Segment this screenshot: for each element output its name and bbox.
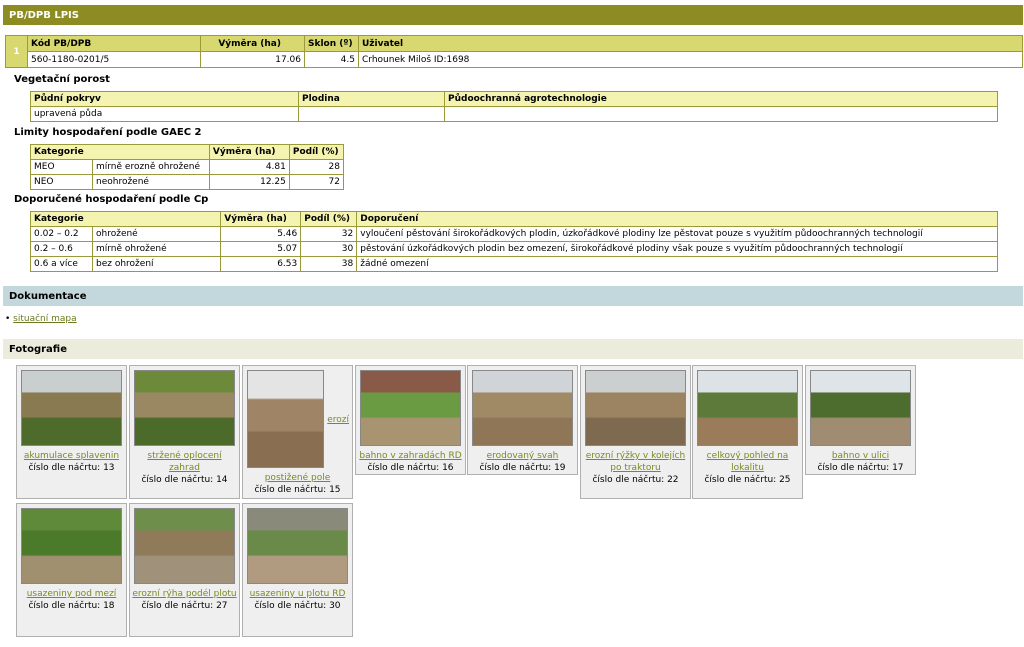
table-row: 0.02 – 0.2 ohrožené 5.46 32 vyloučení pě… [30, 226, 998, 242]
col-sklon: Sklon (º) [304, 35, 359, 52]
photo-caption-link[interactable]: celkový pohled na lokalitu [693, 450, 802, 474]
col-podil: Podíl (%) [300, 211, 358, 227]
photo-number: číslo dle náčrtu: 22 [592, 475, 679, 485]
gaec-heading: Limity hospodaření podle GAEC 2 [14, 127, 202, 138]
photo-image[interactable] [21, 508, 122, 584]
vegetation-table: Půdní pokryv Plodina Půdoochranná agrote… [30, 91, 998, 122]
col-pokryv: Půdní pokryv [30, 91, 299, 107]
photos-heading: Fotografie [9, 344, 67, 355]
col-kategorie: Kategorie [29, 211, 222, 227]
col-plodina: Plodina [298, 91, 445, 107]
col-kod: Kód PB/DPB [27, 35, 201, 52]
photo-side-label[interactable]: erozí [327, 414, 349, 426]
photo-caption-link[interactable]: erozní rýha podél plotu [130, 588, 239, 600]
section-title: PB/DPB LPIS [9, 10, 79, 21]
col-doporuceni: Doporučení [356, 211, 998, 227]
photo-thumbnail[interactable]: erozní rýžky v kolejích po traktoru číslo… [580, 365, 691, 499]
photo-image[interactable] [697, 370, 798, 446]
photo-thumbnail[interactable]: stržené oplocení zahrad číslo dle náčrtu:… [129, 365, 240, 499]
photo-number: číslo dle náčrtu: 27 [141, 601, 228, 611]
cell-sklon: 4.5 [304, 51, 359, 68]
photo-caption-link[interactable]: usazeniny u plotu RD [243, 588, 352, 600]
col-vymera: Výměra (ha) [208, 144, 290, 160]
cell-vymera: 17.06 [200, 51, 305, 68]
photo-image[interactable] [134, 508, 235, 584]
col-vymera: Výměra (ha) [200, 35, 305, 52]
col-uzivatel: Uživatel [358, 35, 1023, 52]
documentation-heading: Dokumentace [9, 291, 87, 302]
photo-image[interactable] [810, 370, 911, 446]
photo-image[interactable] [472, 370, 573, 446]
photo-thumbnail[interactable]: usazeniny u plotu RD číslo dle náčrtu: 30 [242, 503, 353, 637]
photo-caption-link[interactable]: erodovaný svah [468, 450, 577, 462]
cell-uzivatel: Crhounek Miloš ID:1698 [358, 51, 1023, 68]
photo-number: číslo dle náčrtu: 18 [28, 601, 115, 611]
photo-thumbnail[interactable]: bahno v ulici číslo dle náčrtu: 17 [805, 365, 916, 475]
photo-caption-link[interactable]: bahno v ulici [806, 450, 915, 462]
col-podil: Podíl (%) [288, 144, 345, 160]
cp-table: Kategorie Výměra (ha) Podíl (%) Doporuče… [29, 211, 998, 272]
row-index: 1 [5, 35, 28, 68]
table-row: MEO mírně erozně ohrožené 4.81 28 [30, 159, 345, 175]
photo-caption-link[interactable]: stržené oplocení zahrad [130, 450, 239, 474]
photo-image[interactable] [247, 370, 324, 468]
photo-number: číslo dle náčrtu: 13 [28, 463, 115, 473]
cell-plodina [298, 106, 445, 122]
photo-number: číslo dle náčrtu: 25 [704, 475, 791, 485]
photo-thumbnail[interactable]: bahno v zahradách RD číslo dle náčrtu: 16 [355, 365, 466, 475]
photo-thumbnail[interactable]: akumulace splavenin číslo dle náčrtu: 13 [16, 365, 127, 499]
col-vymera: Výměra (ha) [220, 211, 302, 227]
photo-caption-link[interactable]: erozní rýžky v kolejích po traktoru [581, 450, 690, 474]
cell-pokryv: upravená půda [30, 106, 299, 122]
situation-map-link[interactable]: situační mapa [13, 314, 76, 324]
photo-image[interactable] [21, 370, 122, 446]
table-row: 0.6 a více bez ohrožení 6.53 38 žádné om… [30, 256, 998, 272]
photo-image[interactable] [585, 370, 686, 446]
photo-thumbnail[interactable]: celkový pohled na lokalitu číslo dle náčr… [692, 365, 803, 499]
photo-number: číslo dle náčrtu: 17 [817, 463, 904, 473]
photos-bar: Fotografie [3, 339, 1023, 359]
photo-number: číslo dle náčrtu: 30 [254, 601, 341, 611]
photo-image[interactable] [134, 370, 235, 446]
photo-caption-link[interactable]: bahno v zahradách RD [356, 450, 465, 462]
photo-number: číslo dle náčrtu: 19 [479, 463, 566, 473]
documentation-bar: Dokumentace [3, 286, 1023, 306]
photo-number: číslo dle náčrtu: 16 [367, 463, 454, 473]
cell-agrotech [444, 106, 998, 122]
photo-caption-link[interactable]: usazeniny pod mezí [17, 588, 126, 600]
col-kategorie: Kategorie [30, 144, 210, 160]
photo-image[interactable] [360, 370, 461, 446]
photo-number: číslo dle náčrtu: 15 [254, 485, 341, 495]
vegetation-heading: Vegetační porost [14, 74, 110, 85]
photo-thumbnail[interactable]: usazeniny pod mezí číslo dle náčrtu: 18 [16, 503, 127, 637]
photo-thumbnail[interactable]: erozní rýha podél plotu číslo dle náčrtu:… [129, 503, 240, 637]
cell-kod: 560-1180-0201/5 [27, 51, 201, 68]
plot-table: 1 Kód PB/DPB Výměra (ha) Sklon (º) Uživa… [5, 35, 1023, 68]
photo-caption-link[interactable]: akumulace splavenin [17, 450, 126, 462]
gaec-table: Kategorie Výměra (ha) Podíl (%) MEO mírn… [30, 144, 345, 190]
table-row: NEO neohrožené 12.25 72 [30, 174, 345, 190]
photo-thumbnail[interactable]: erozí postižené pole číslo dle náčrtu: 15 [242, 365, 353, 499]
photo-thumbnail[interactable]: erodovaný svah číslo dle náčrtu: 19 [467, 365, 578, 475]
section-title-bar: PB/DPB LPIS [3, 5, 1023, 25]
cp-heading: Doporučené hospodaření podle Cp [14, 194, 209, 205]
documentation-item: • situační mapa [5, 314, 77, 324]
col-agrotech: Půdoochranná agrotechnologie [444, 91, 998, 107]
table-row: 0.2 – 0.6 mírně ohrožené 5.07 30 pěstová… [30, 241, 998, 257]
photo-caption-link[interactable]: postižené pole [243, 472, 352, 484]
photo-image[interactable] [247, 508, 348, 584]
photo-number: číslo dle náčrtu: 14 [141, 475, 228, 485]
